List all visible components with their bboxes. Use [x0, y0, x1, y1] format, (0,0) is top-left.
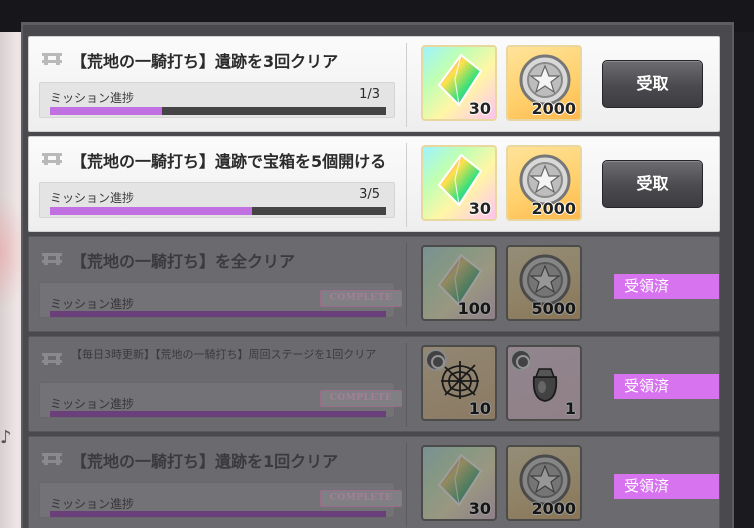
progress-bar	[50, 511, 386, 517]
claim-button[interactable]: 受取	[602, 60, 703, 108]
progress-fill	[50, 411, 386, 417]
divider	[406, 143, 407, 227]
divider	[406, 443, 407, 527]
mission-progress: ミッション進捗 COMPLETE	[39, 282, 402, 318]
reward-qty: 2000	[531, 199, 576, 218]
progress-count: 3/5	[359, 187, 380, 202]
claimed-status: 受領済	[614, 274, 719, 299]
reward-crystal[interactable]: 30	[421, 445, 497, 521]
mission-marker-icon	[42, 151, 62, 167]
reward-crystal[interactable]: 100	[421, 245, 497, 321]
reward-crystal[interactable]: 30	[421, 45, 497, 121]
mission-title: 【荒地の一騎打ち】遺跡を1回クリア	[71, 452, 339, 471]
progress-bar	[50, 107, 386, 115]
reward-qty: 1	[564, 399, 576, 418]
progress-label: ミッション進捗	[50, 91, 135, 105]
reward-qty: 30	[468, 499, 491, 518]
mission-row: 【毎日3時更新】【荒地の一騎打ち】周回ステージを1回クリア ミッション進捗 CO…	[28, 336, 720, 432]
complete-badge: COMPLETE	[320, 290, 402, 307]
mission-marker-icon	[42, 351, 62, 367]
claimed-status: 受領済	[614, 374, 719, 399]
mission-row: 【荒地の一騎打ち】遺跡を3回クリア ミッション進捗 1/3 30 2000 受取	[28, 36, 720, 132]
complete-badge: COMPLETE	[320, 390, 402, 407]
mission-row: 【荒地の一騎打ち】を全クリア ミッション進捗 COMPLETE 100 5000…	[28, 236, 720, 332]
reward-crystal[interactable]: 30	[421, 145, 497, 221]
reward-qty: 2000	[531, 499, 576, 518]
reward-coin[interactable]: 5000	[506, 245, 582, 321]
mission-row: 【荒地の一騎打ち】遺跡で宝箱を5個開ける ミッション進捗 3/5 30 2000…	[28, 136, 720, 232]
mission-progress: ミッション進捗 3/5	[39, 182, 395, 218]
divider	[406, 43, 407, 127]
mission-marker-icon	[42, 451, 62, 467]
mission-progress: ミッション進捗 1/3	[39, 82, 395, 118]
reward-qty: 100	[457, 299, 491, 318]
progress-bar	[50, 411, 386, 417]
reward-qty: 2000	[531, 99, 576, 118]
claimed-status: 受領済	[614, 474, 719, 499]
mission-marker-icon	[42, 251, 62, 267]
mission-progress: ミッション進捗 COMPLETE	[39, 482, 402, 518]
mission-progress: ミッション進捗 COMPLETE	[39, 382, 402, 418]
mission-title: 【毎日3時更新】【荒地の一騎打ち】周回ステージを1回クリア	[71, 348, 377, 361]
reward-qty: 5000	[531, 299, 576, 318]
mission-title: 【荒地の一騎打ち】遺跡で宝箱を5個開ける	[71, 152, 387, 171]
mission-title: 【荒地の一騎打ち】を全クリア	[71, 252, 296, 271]
progress-bar	[50, 311, 386, 317]
progress-fill	[50, 107, 162, 115]
reward-item[interactable]: 1	[506, 345, 582, 421]
reward-qty: 10	[468, 399, 491, 418]
divider	[406, 243, 407, 327]
progress-count: 1/3	[359, 87, 380, 102]
claim-button[interactable]: 受取	[602, 160, 703, 208]
progress-label: ミッション進捗	[50, 497, 135, 511]
reward-qty: 30	[468, 99, 491, 118]
complete-badge: COMPLETE	[320, 490, 402, 507]
mission-title: 【荒地の一騎打ち】遺跡を3回クリア	[71, 52, 339, 71]
mission-marker-icon	[42, 51, 62, 67]
progress-label: ミッション進捗	[50, 397, 135, 411]
divider	[406, 343, 407, 427]
progress-fill	[50, 207, 252, 215]
reward-item[interactable]: 10	[421, 345, 497, 421]
progress-fill	[50, 311, 386, 317]
reward-qty: 30	[468, 199, 491, 218]
mission-row: 【荒地の一騎打ち】遺跡を1回クリア ミッション進捗 COMPLETE 30 20…	[28, 436, 720, 528]
progress-label: ミッション進捗	[50, 297, 135, 311]
reward-coin[interactable]: 2000	[506, 145, 582, 221]
reward-coin[interactable]: 2000	[506, 45, 582, 121]
reward-coin[interactable]: 2000	[506, 445, 582, 521]
progress-bar	[50, 207, 386, 215]
progress-label: ミッション進捗	[50, 191, 135, 205]
progress-fill	[50, 511, 386, 517]
